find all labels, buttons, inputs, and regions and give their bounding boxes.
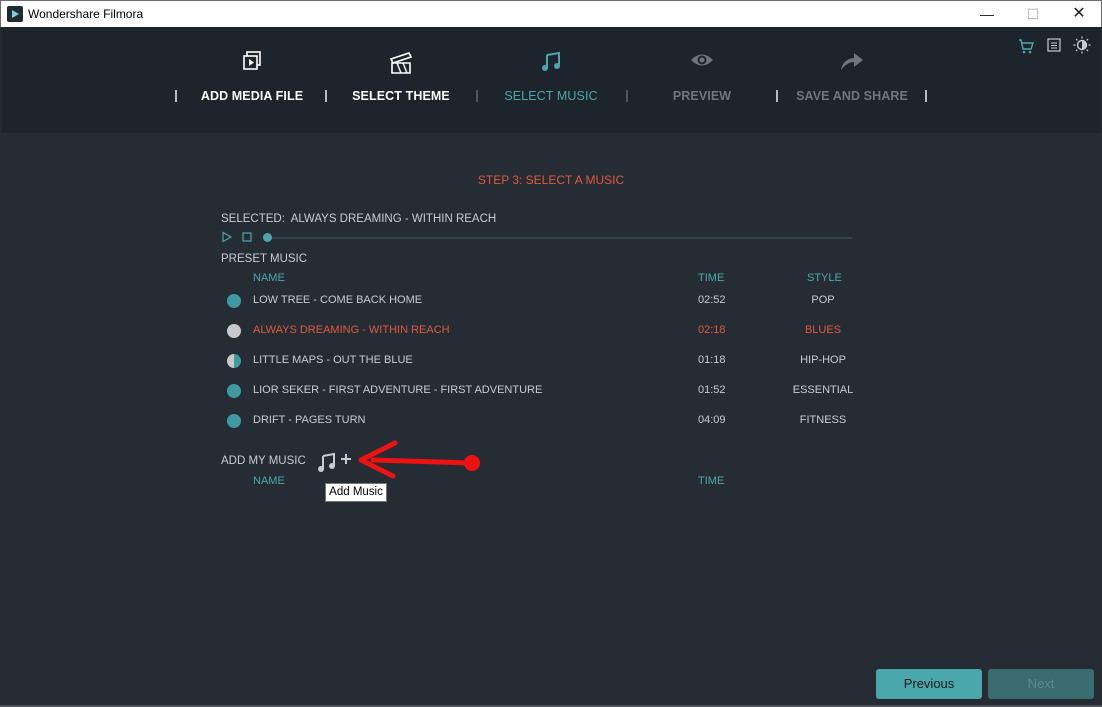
add-my-music-label: ADD MY MUSIC [221,455,306,467]
step-add-media-file[interactable]: ADD MEDIA FILE [177,27,327,133]
filmora-logo-icon [7,6,23,22]
list-item[interactable]: DRIFT - PAGES TURN 04:09 FITNESS [221,410,861,432]
track-status-icon [227,384,241,398]
step-label: SELECT THEME [352,89,450,103]
add-media-icon [177,51,327,77]
divider [776,90,778,102]
selected-label: SELECTED: [221,213,285,225]
music-note-icon [476,51,626,77]
track-status-icon [227,414,241,428]
step-select-music[interactable]: SELECT MUSIC [476,27,626,133]
play-icon[interactable] [221,231,233,243]
track-name: LITTLE MAPS - OUT THE BLUE [253,354,413,366]
track-status-icon [227,294,241,308]
brightness-icon[interactable] [1073,36,1091,54]
divider [925,90,927,102]
title-bar: Wondershare Filmora — ☐ ✕ [0,0,1102,27]
column-style: STYLE [807,272,842,284]
step-label: ADD MEDIA FILE [200,89,304,103]
progress-knob[interactable] [263,233,272,242]
track-time: 04:09 [698,414,726,426]
column-name: NAME [253,475,285,487]
list-item[interactable]: LITTLE MAPS - OUT THE BLUE 01:18 HIP-HOP [221,350,861,372]
track-style: HIP-HOP [800,354,846,366]
step-title: STEP 3: SELECT A MUSIC [477,173,625,187]
next-button[interactable]: Next [988,669,1094,699]
list-icon[interactable] [1047,38,1061,54]
maximize-button[interactable]: ☐ [1010,1,1056,27]
track-time: 02:18 [698,324,726,336]
list-item[interactable]: LIOR SEKER - FIRST ADVENTURE - FIRST ADV… [221,380,861,402]
column-time: TIME [698,475,725,487]
track-style: BLUES [804,324,842,336]
add-music-icon[interactable] [317,451,355,473]
column-time: TIME [698,272,725,284]
eye-icon [627,51,777,77]
list-item[interactable]: ALWAYS DREAMING - WITHIN REACH 02:18 BLU… [221,320,861,342]
track-status-icon [227,324,241,338]
cart-icon[interactable] [1018,38,1034,54]
track-name: LOW TREE - COME BACK HOME [253,294,423,306]
step-label: PREVIEW [672,89,732,103]
step-select-theme[interactable]: SELECT THEME [326,27,476,133]
track-name: LIOR SEKER - FIRST ADVENTURE - FIRST ADV… [253,384,543,396]
close-button[interactable]: ✕ [1056,1,1102,27]
step-label: SELECT MUSIC [504,89,598,103]
window-title: Wondershare Filmora [28,7,144,21]
track-style: FITNESS [799,414,847,426]
track-time: 01:18 [698,354,726,366]
column-name: NAME [253,272,285,284]
progress-track[interactable] [270,237,852,239]
track-name: ALWAYS DREAMING - WITHIN REACH [253,324,450,336]
divider [476,90,478,102]
step-save-and-share[interactable]: SAVE AND SHARE [777,27,927,133]
step-preview[interactable]: PREVIEW [627,27,777,133]
track-style: POP [811,294,835,306]
preset-music-label: PRESET MUSIC [221,253,308,265]
track-status-icon [227,354,241,368]
list-item[interactable]: LOW TREE - COME BACK HOME 02:52 POP [221,290,861,312]
step-label: SAVE AND SHARE [796,89,908,103]
divider [325,90,327,102]
previous-button[interactable]: Previous [876,669,982,699]
add-music-tooltip: Add Music [325,483,387,502]
track-time: 01:52 [698,384,726,396]
minimize-button[interactable]: — [964,1,1010,27]
selected-track: SELECTED: ALWAYS DREAMING - WITHIN REACH [221,213,496,225]
wizard-header: ADD MEDIA FILE SELECT THEME SELECT MUSIC… [1,27,1101,133]
divider [626,90,628,102]
track-style: ESSENTIAL [792,384,854,396]
theme-icon [326,51,476,77]
track-time: 02:52 [698,294,726,306]
selected-value: ALWAYS DREAMING - WITHIN REACH [290,213,497,225]
track-name: DRIFT - PAGES TURN [253,414,366,426]
stop-icon[interactable] [242,232,253,243]
divider [175,90,177,102]
share-arrow-icon [777,51,927,77]
